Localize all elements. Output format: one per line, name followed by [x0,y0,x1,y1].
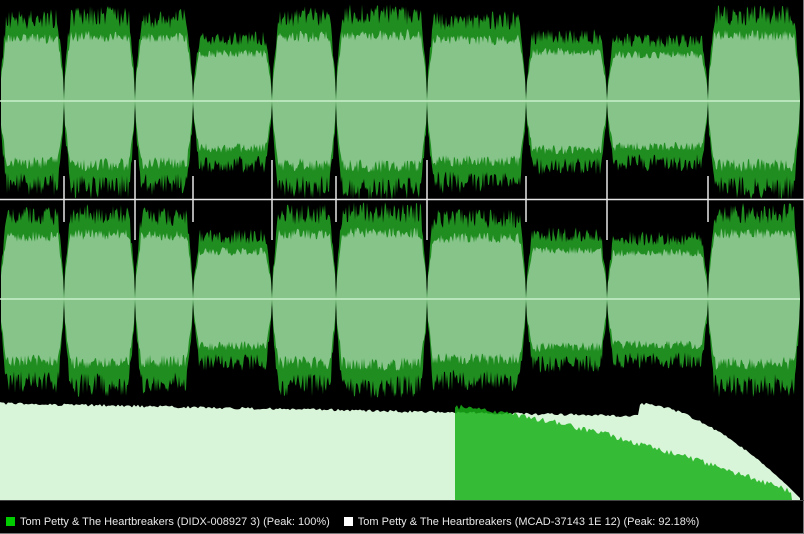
legend-bar: Tom Petty & The Heartbreakers (DIDX-0089… [0,510,803,533]
legend-swatch-green [6,517,15,526]
waveform-canvas [0,4,804,501]
waveform-comparison-viewer: Tom Petty & The Heartbreakers (DIDX-0089… [0,0,804,534]
legend-entry-mcad: Tom Petty & The Heartbreakers (MCAD-3714… [343,515,700,528]
legend-swatch-white [343,517,353,526]
legend-label-mcad: Tom Petty & The Heartbreakers (MCAD-3714… [357,515,700,528]
legend-label-didx: Tom Petty & The Heartbreakers (DIDX-0089… [20,515,330,528]
legend-entry-didx: Tom Petty & The Heartbreakers (DIDX-0089… [6,516,330,528]
